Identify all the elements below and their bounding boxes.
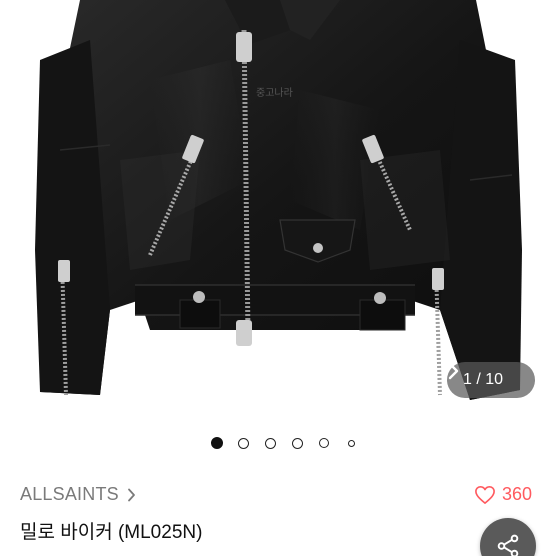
product-photo-jacket: 중고나라 — [35, 0, 522, 400]
pagination-dot[interactable] — [291, 437, 303, 449]
watermark-text: 중고나라 — [256, 87, 293, 99]
share-button[interactable] — [480, 518, 536, 556]
chevron-left-icon — [425, 365, 437, 385]
pagination-dot[interactable] — [347, 439, 355, 447]
brand-link[interactable]: ALLSAINTS — [20, 484, 136, 505]
like-button[interactable]: 360 — [474, 484, 532, 505]
pagination-dot[interactable] — [264, 437, 276, 449]
chevron-right-icon — [127, 488, 136, 502]
carousel-pagination-dots — [0, 436, 556, 450]
pagination-dot[interactable] — [211, 437, 223, 449]
image-counter[interactable]: 1 / 10 — [447, 362, 535, 398]
image-counter-text: 1 / 10 — [463, 371, 504, 388]
brand-name: ALLSAINTS — [20, 484, 119, 504]
share-icon — [497, 534, 519, 556]
product-title: 밀로 바이커 (ML025N) — [20, 522, 203, 543]
like-count: 360 — [501, 484, 532, 504]
product-image-carousel[interactable]: 중고나라 1 / 10 — [0, 0, 556, 420]
chevron-right-icon — [448, 362, 459, 380]
pagination-dot[interactable] — [319, 438, 329, 448]
pagination-dot[interactable] — [237, 437, 249, 449]
heart-outline-icon — [474, 485, 496, 505]
